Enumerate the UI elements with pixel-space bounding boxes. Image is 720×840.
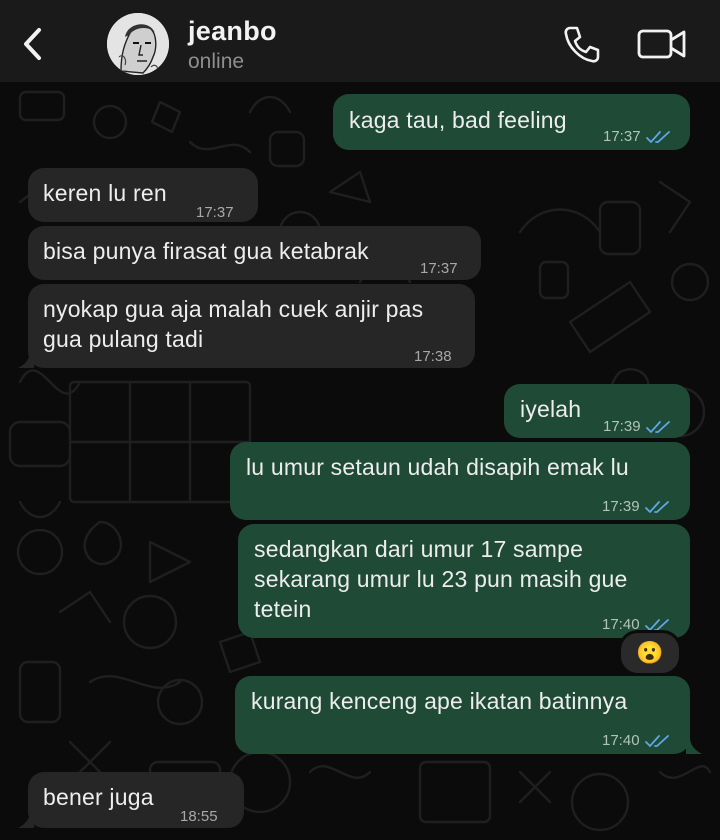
voice-call-button[interactable]: [560, 22, 604, 66]
message-bubble-incoming[interactable]: bener juga 18:55: [28, 772, 244, 828]
message-text: kaga tau, bad feeling: [349, 107, 567, 133]
message-text: bisa punya firasat gua ketabrak: [43, 238, 369, 264]
message-text: iyelah: [520, 396, 582, 422]
message-meta: 17:39: [603, 412, 673, 442]
message-bubble-incoming[interactable]: nyokap gua aja malah cuek anjir pas gua …: [28, 284, 475, 368]
reaction-badge[interactable]: 😮: [618, 630, 682, 676]
video-camera-icon: [637, 29, 686, 59]
message-time: 17:37: [420, 260, 458, 277]
message-time: 17:40: [602, 732, 640, 749]
contact-name[interactable]: jeanbo: [188, 16, 277, 47]
contact-avatar[interactable]: [107, 13, 169, 75]
message-time: 17:38: [414, 348, 452, 365]
message-text: nyokap gua aja malah cuek anjir pas gua …: [43, 296, 424, 352]
avatar-image: [107, 13, 169, 75]
message-bubble-incoming[interactable]: bisa punya firasat gua ketabrak 17:37: [28, 226, 481, 280]
video-call-button[interactable]: [636, 26, 688, 62]
message-bubble-outgoing[interactable]: lu umur setaun udah disapih emak lu 17:3…: [230, 442, 690, 520]
message-meta: 17:39: [602, 492, 672, 522]
message-meta: 17:37: [603, 122, 673, 152]
message-text: sedangkan dari umur 17 sampe sekarang um…: [254, 536, 628, 622]
chevron-left-icon: [24, 28, 41, 60]
message-time: 17:39: [603, 418, 641, 435]
double-check-read-icon: [644, 735, 669, 748]
message-bubble-outgoing[interactable]: kaga tau, bad feeling 17:37: [333, 94, 690, 150]
message-text: keren lu ren: [43, 180, 167, 206]
bubble-tail: [18, 352, 34, 368]
message-text: kurang kenceng ape ikatan batinnya: [251, 688, 628, 714]
message-time: 17:39: [602, 498, 640, 515]
double-check-read-icon: [645, 131, 670, 144]
phone-icon: [564, 26, 600, 63]
message-bubble-incoming[interactable]: keren lu ren 17:37: [28, 168, 258, 222]
message-time: 18:55: [180, 808, 218, 825]
back-button[interactable]: [12, 22, 52, 66]
chat-header: jeanbo online: [0, 0, 720, 82]
bubble-tail: [18, 812, 34, 828]
bubble-tail: [686, 738, 702, 754]
double-check-read-icon: [645, 421, 670, 434]
chat-area[interactable]: kaga tau, bad feeling 17:37 keren lu ren…: [0, 82, 720, 840]
message-text: lu umur setaun udah disapih emak lu: [246, 454, 629, 480]
message-bubble-outgoing[interactable]: kurang kenceng ape ikatan batinnya 17:40: [235, 676, 690, 754]
double-check-read-icon: [644, 501, 669, 514]
message-text: bener juga: [43, 784, 154, 810]
message-bubble-outgoing[interactable]: iyelah 17:39: [504, 384, 690, 438]
message-time: 17:37: [196, 204, 234, 221]
message-meta: 17:40: [602, 726, 672, 756]
message-time: 17:37: [603, 128, 641, 145]
message-bubble-outgoing[interactable]: sedangkan dari umur 17 sampe sekarang um…: [238, 524, 690, 638]
contact-status: online: [188, 50, 245, 73]
